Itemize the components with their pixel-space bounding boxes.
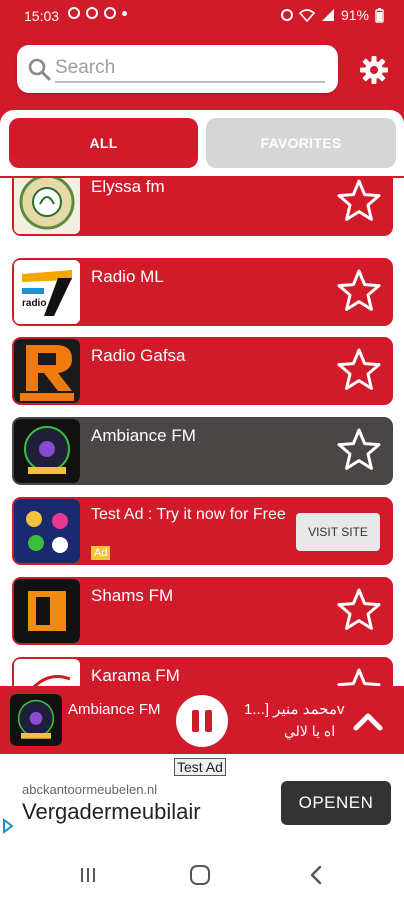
station-list[interactable]: Elyssa fm radio Radio ML Radio Gafsa Amb…: [0, 178, 404, 686]
adchoices-icon[interactable]: [2, 818, 14, 834]
app-header: [0, 32, 404, 110]
pause-icon: [192, 710, 199, 732]
notification-icon: [68, 7, 80, 19]
gear-icon[interactable]: [358, 54, 390, 86]
list-item-active[interactable]: Ambiance FM: [12, 417, 393, 485]
status-time: 15:03: [24, 8, 60, 24]
tab-bar: ALL FAVORITES: [0, 110, 404, 178]
ad-badge: Ad: [91, 546, 111, 560]
chevron-up-icon[interactable]: [350, 704, 386, 740]
notification-icons: [68, 7, 127, 19]
battery-percent: 91%: [340, 7, 369, 23]
sync-icon: [104, 7, 116, 19]
pause-icon-bar: [205, 710, 212, 732]
ad-headline: Vergadermeubilair: [22, 799, 201, 824]
star-icon[interactable]: [335, 267, 383, 315]
test-ad-label: Test Ad: [174, 758, 226, 776]
station-logo: [14, 178, 80, 234]
signal-icon: [321, 9, 334, 21]
list-item[interactable]: Elyssa fm: [12, 178, 393, 236]
list-item[interactable]: Radio Gafsa: [12, 337, 393, 405]
banner-ad[interactable]: Test Ad abckantoormeubelen.nl Vergaderme…: [0, 754, 404, 850]
station-name: Radio ML: [91, 267, 164, 286]
now-playing-logo: [10, 694, 62, 746]
svg-text:radio: radio: [22, 298, 46, 309]
station-name: Ambiance FM: [91, 426, 196, 445]
station-logo: [14, 659, 80, 686]
station-logo: [14, 579, 80, 643]
ad-url: abckantoormeubelen.nl: [22, 782, 158, 797]
station-logo: [14, 419, 80, 483]
search-icon: [28, 58, 51, 81]
pause-button[interactable]: [176, 695, 228, 747]
system-icons: 91%: [280, 7, 384, 23]
status-bar: 15:03 91%: [0, 0, 404, 32]
station-logo: radio: [14, 260, 80, 324]
wifi-icon: [298, 9, 315, 22]
ad-image: [14, 499, 80, 563]
tab-favorites[interactable]: FAVORITES: [206, 118, 396, 168]
star-icon[interactable]: [335, 426, 383, 474]
search-input[interactable]: [55, 55, 325, 83]
station-logo: [14, 339, 80, 403]
list-item[interactable]: Shams FM: [12, 577, 393, 645]
system-nav-bar: [0, 850, 404, 900]
search-box[interactable]: [17, 45, 338, 93]
star-icon[interactable]: [335, 666, 383, 686]
tab-all[interactable]: ALL: [9, 118, 198, 168]
recents-icon[interactable]: [78, 865, 98, 885]
list-item[interactable]: radio Radio ML: [12, 258, 393, 326]
visit-site-button[interactable]: VISIT SITE: [296, 513, 380, 551]
open-button[interactable]: OPENEN: [281, 781, 391, 825]
native-ad[interactable]: Test Ad : Try it now for Free Ad VISIT S…: [12, 497, 393, 565]
station-name: Karama FM: [91, 666, 180, 685]
station-name: Elyssa fm: [91, 178, 165, 196]
back-icon[interactable]: [306, 864, 326, 886]
now-playing-track: محمد منير [...1v: [244, 701, 345, 718]
list-item[interactable]: Karama FM: [12, 657, 393, 686]
station-name: Shams FM: [91, 586, 174, 605]
more-notifications-icon: [122, 10, 127, 16]
now-playing-station: Ambiance FM: [68, 701, 161, 718]
star-icon[interactable]: [335, 586, 383, 634]
now-playing-track-subtitle: اه يا لالي: [284, 723, 336, 739]
location-icon: [86, 7, 98, 19]
home-icon[interactable]: [189, 864, 211, 886]
now-playing-bar[interactable]: Ambiance FM محمد منير [...1v اه يا لالي: [0, 686, 404, 754]
battery-icon: [375, 7, 384, 23]
alarm-icon: [280, 9, 293, 21]
ad-headline: Test Ad : Try it now for Free: [91, 506, 286, 523]
star-icon[interactable]: [335, 178, 383, 225]
star-icon[interactable]: [335, 346, 383, 394]
station-name: Radio Gafsa: [91, 346, 186, 365]
